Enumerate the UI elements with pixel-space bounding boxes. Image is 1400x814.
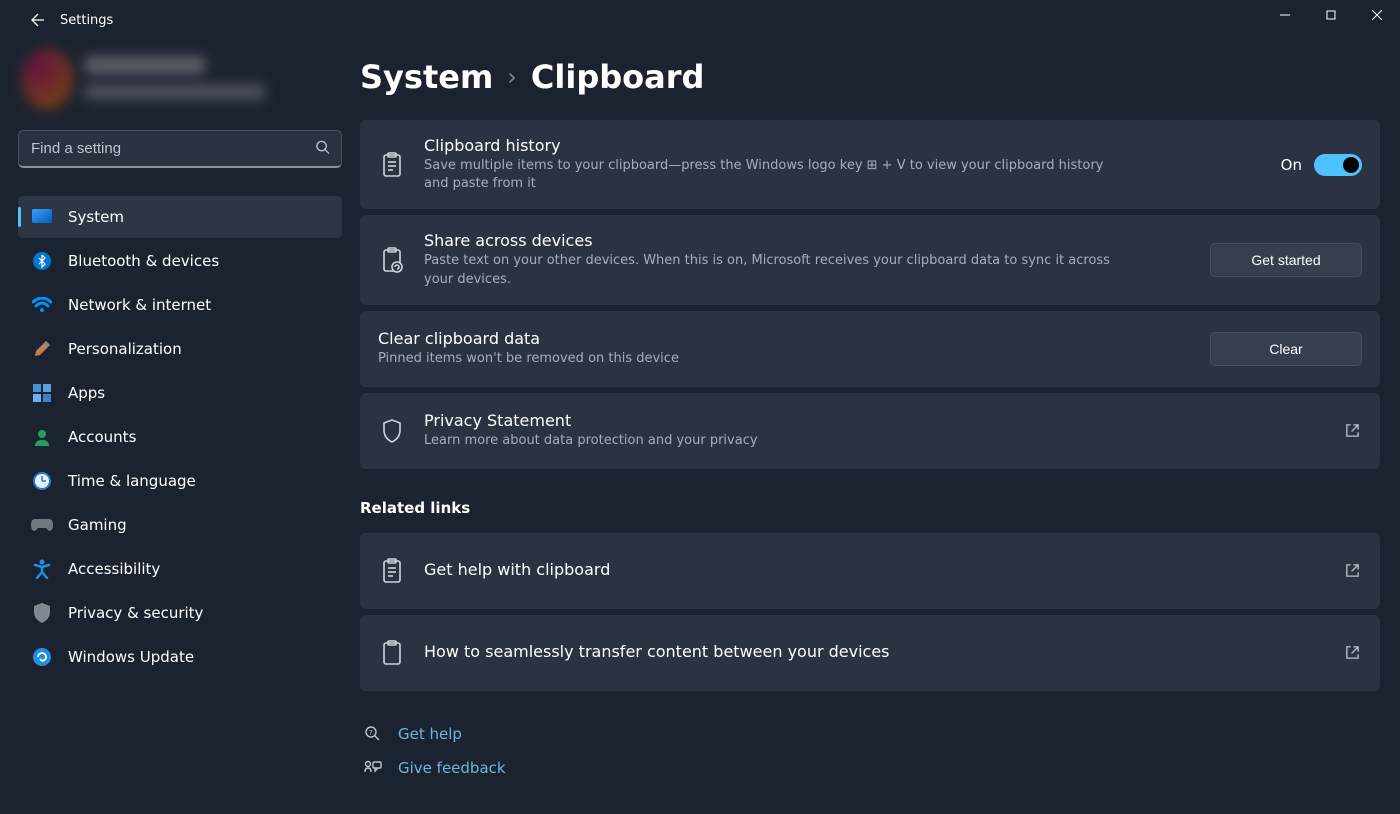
card-title: Share across devices xyxy=(424,231,1192,250)
nav-label: Accessibility xyxy=(68,560,160,578)
breadcrumb-parent[interactable]: System xyxy=(360,58,493,96)
nav-accounts[interactable]: Accounts xyxy=(18,416,342,458)
nav-accessibility[interactable]: Accessibility xyxy=(18,548,342,590)
app-title: Settings xyxy=(60,13,113,28)
nav-label: Time & language xyxy=(68,472,196,490)
back-button[interactable] xyxy=(20,2,56,38)
window-controls xyxy=(1262,0,1400,30)
person-icon xyxy=(30,425,54,449)
card-title: Get help with clipboard xyxy=(424,560,1324,579)
maximize-button[interactable] xyxy=(1308,0,1354,30)
give-feedback-link[interactable]: Give feedback xyxy=(362,751,1380,785)
nav-time[interactable]: Time & language xyxy=(18,460,342,502)
related-links-label: Related links xyxy=(360,499,1380,517)
card-title: Privacy Statement xyxy=(424,411,1324,430)
shield-icon xyxy=(30,601,54,625)
card-privacy-statement[interactable]: Privacy Statement Learn more about data … xyxy=(360,393,1380,469)
clipboard-history-toggle[interactable] xyxy=(1314,154,1362,176)
external-link-icon[interactable] xyxy=(1342,561,1362,581)
gamepad-icon xyxy=(30,513,54,537)
search-icon[interactable] xyxy=(315,140,330,159)
wifi-icon xyxy=(30,293,54,317)
accessibility-icon xyxy=(30,557,54,581)
feedback-icon xyxy=(362,760,384,776)
footer-links: ? Get help Give feedback xyxy=(360,717,1380,785)
nav-label: Network & internet xyxy=(68,296,211,314)
card-desc: Learn more about data protection and you… xyxy=(424,432,1124,450)
chevron-right-icon: › xyxy=(507,63,517,91)
toggle-state-label: On xyxy=(1281,156,1302,174)
nav-label: Gaming xyxy=(68,516,127,534)
sidebar: System Bluetooth & devices Network & int… xyxy=(0,40,360,814)
nav-bluetooth[interactable]: Bluetooth & devices xyxy=(18,240,342,282)
external-link-icon[interactable] xyxy=(1342,643,1362,663)
avatar xyxy=(22,49,73,109)
footer-link-label: Get help xyxy=(398,725,462,743)
bluetooth-icon xyxy=(30,249,54,273)
nav-label: Bluetooth & devices xyxy=(68,252,219,270)
nav-update[interactable]: Windows Update xyxy=(18,636,342,678)
nav-system[interactable]: System xyxy=(18,196,342,238)
toggle-wrap: On xyxy=(1281,154,1362,176)
nav-network[interactable]: Network & internet xyxy=(18,284,342,326)
profile-name xyxy=(85,56,205,74)
card-title: Clear clipboard data xyxy=(378,329,1192,348)
nav-label: Accounts xyxy=(68,428,136,446)
card-transfer-content[interactable]: How to seamlessly transfer content betwe… xyxy=(360,615,1380,691)
breadcrumb: System › Clipboard xyxy=(360,58,1380,96)
card-clear-clipboard: Clear clipboard data Pinned items won't … xyxy=(360,311,1380,387)
clipboard-list-icon xyxy=(378,151,406,179)
nav-list: System Bluetooth & devices Network & int… xyxy=(18,196,342,678)
minimize-button[interactable] xyxy=(1262,0,1308,30)
profile-section[interactable] xyxy=(18,40,342,118)
brush-icon xyxy=(30,337,54,361)
card-desc: Save multiple items to your clipboard—pr… xyxy=(424,157,1124,193)
clipboard-sync-icon xyxy=(378,246,406,274)
nav-label: Windows Update xyxy=(68,648,194,666)
nav-label: Personalization xyxy=(68,340,182,358)
display-icon xyxy=(30,205,54,229)
clipboard-icon xyxy=(378,639,406,667)
card-clipboard-history: Clipboard history Save multiple items to… xyxy=(360,120,1380,209)
footer-link-label: Give feedback xyxy=(398,759,506,777)
shield-outline-icon xyxy=(378,417,406,445)
clear-button[interactable]: Clear xyxy=(1210,332,1362,366)
search-input[interactable] xyxy=(18,130,342,168)
titlebar: Settings xyxy=(0,0,1400,40)
external-link-icon[interactable] xyxy=(1342,421,1362,441)
update-icon xyxy=(30,645,54,669)
get-started-button[interactable]: Get started xyxy=(1210,243,1362,277)
card-title: How to seamlessly transfer content betwe… xyxy=(424,642,1324,661)
main-content: System › Clipboard Clipboard history Sav… xyxy=(360,40,1400,814)
nav-personalization[interactable]: Personalization xyxy=(18,328,342,370)
card-title: Clipboard history xyxy=(424,136,1263,155)
card-desc: Paste text on your other devices. When t… xyxy=(424,252,1124,288)
close-button[interactable] xyxy=(1354,0,1400,30)
svg-text:?: ? xyxy=(369,729,373,737)
nav-label: System xyxy=(68,208,124,226)
nav-label: Apps xyxy=(68,384,105,402)
help-icon: ? xyxy=(362,725,384,743)
clock-icon xyxy=(30,469,54,493)
get-help-link[interactable]: ? Get help xyxy=(362,717,1380,751)
profile-email xyxy=(85,85,265,99)
nav-privacy[interactable]: Privacy & security xyxy=(18,592,342,634)
nav-label: Privacy & security xyxy=(68,604,203,622)
nav-apps[interactable]: Apps xyxy=(18,372,342,414)
card-desc: Pinned items won't be removed on this de… xyxy=(378,350,1078,368)
card-help-clipboard[interactable]: Get help with clipboard xyxy=(360,533,1380,609)
clipboard-list-icon xyxy=(378,557,406,585)
breadcrumb-current: Clipboard xyxy=(531,58,705,96)
search-container xyxy=(18,130,342,168)
card-share-devices: Share across devices Paste text on your … xyxy=(360,215,1380,304)
nav-gaming[interactable]: Gaming xyxy=(18,504,342,546)
apps-icon xyxy=(30,381,54,405)
